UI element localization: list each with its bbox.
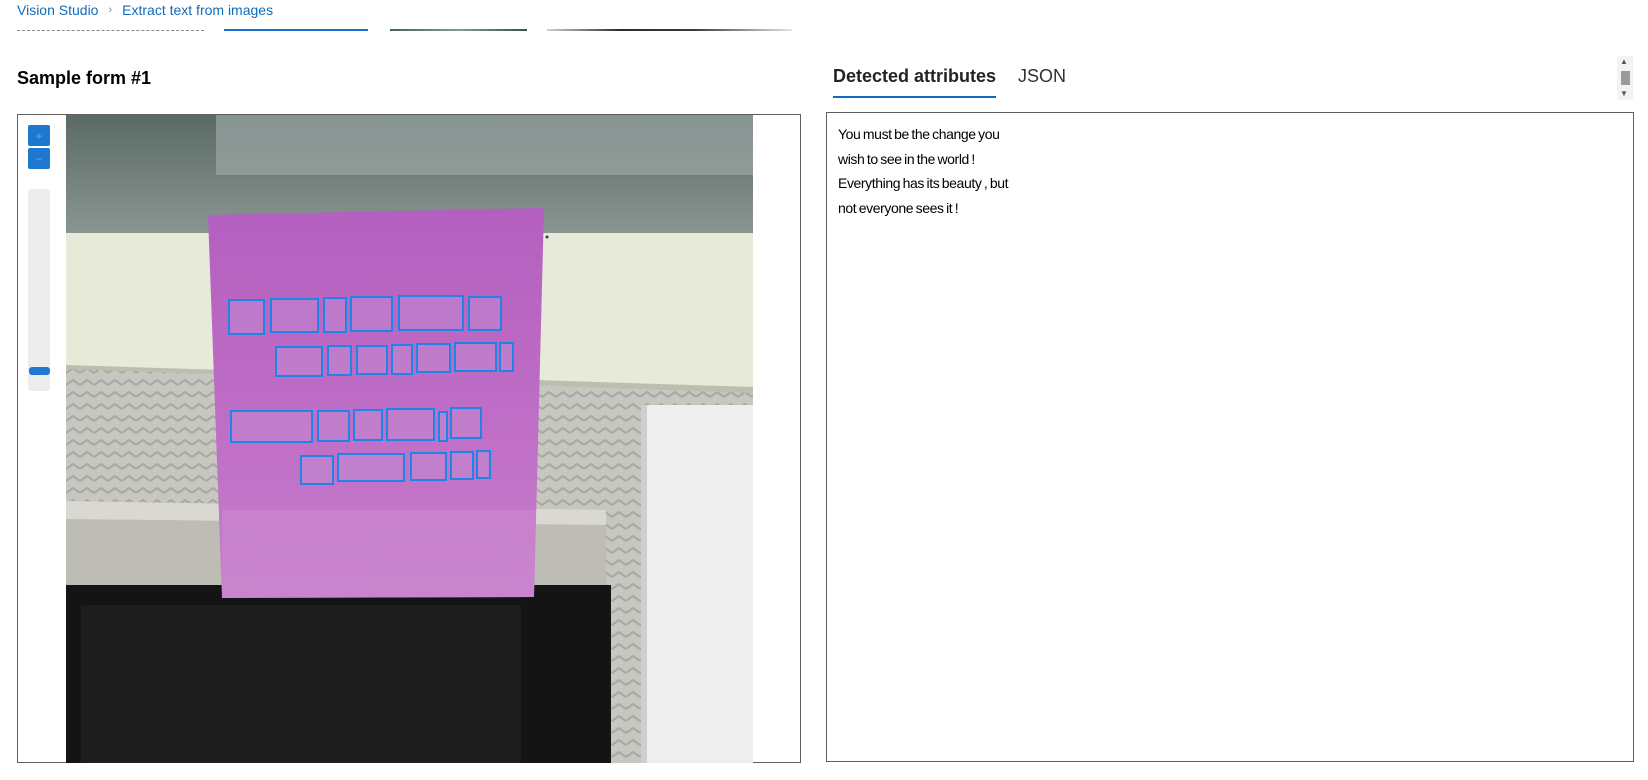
sample-thumbnail-4[interactable] bbox=[547, 29, 792, 31]
zoom-slider-track[interactable] bbox=[28, 189, 50, 391]
breadcrumb-vision-studio-link[interactable]: Vision Studio bbox=[17, 2, 98, 18]
detected-line: You must be the change you bbox=[838, 126, 1000, 142]
breadcrumb: Vision Studio › Extract text from images bbox=[17, 2, 273, 18]
tab-json[interactable]: JSON bbox=[1018, 64, 1066, 98]
detected-line: wish to see in the world ! bbox=[838, 150, 975, 167]
results-scrollbar[interactable]: ▲ ▼ bbox=[1617, 56, 1633, 100]
scroll-up-arrow-icon[interactable]: ▲ bbox=[1620, 58, 1628, 66]
plus-icon: + bbox=[35, 128, 43, 143]
scrollbar-thumb[interactable] bbox=[1621, 71, 1630, 85]
results-tabs: Detected attributes JSON bbox=[833, 64, 1066, 98]
sample-thumbnail-3[interactable] bbox=[390, 29, 527, 31]
sample-title: Sample form #1 bbox=[17, 68, 152, 88]
scroll-down-arrow-icon[interactable]: ▼ bbox=[1620, 90, 1628, 98]
tab-detected-attributes[interactable]: Detected attributes bbox=[833, 64, 997, 98]
detected-text-panel: You must be the change you wish to see i… bbox=[826, 112, 1634, 762]
detected-line: not everyone sees it ! bbox=[838, 199, 959, 216]
detected-line: Everything has its beauty , but bbox=[838, 175, 1009, 191]
sample-thumbnail-1[interactable] bbox=[17, 30, 204, 31]
zoom-slider-thumb[interactable] bbox=[29, 367, 50, 375]
image-viewer[interactable]: + − bbox=[17, 114, 801, 763]
breadcrumb-extract-text-link[interactable]: Extract text from images bbox=[122, 2, 273, 18]
zoom-in-button[interactable]: + bbox=[28, 125, 50, 146]
zoom-out-button[interactable]: − bbox=[28, 148, 50, 169]
sample-thumbnail-selected[interactable] bbox=[224, 29, 368, 31]
sample-photo bbox=[66, 115, 753, 763]
minus-icon: − bbox=[35, 151, 43, 166]
chevron-right-icon: › bbox=[108, 4, 113, 16]
